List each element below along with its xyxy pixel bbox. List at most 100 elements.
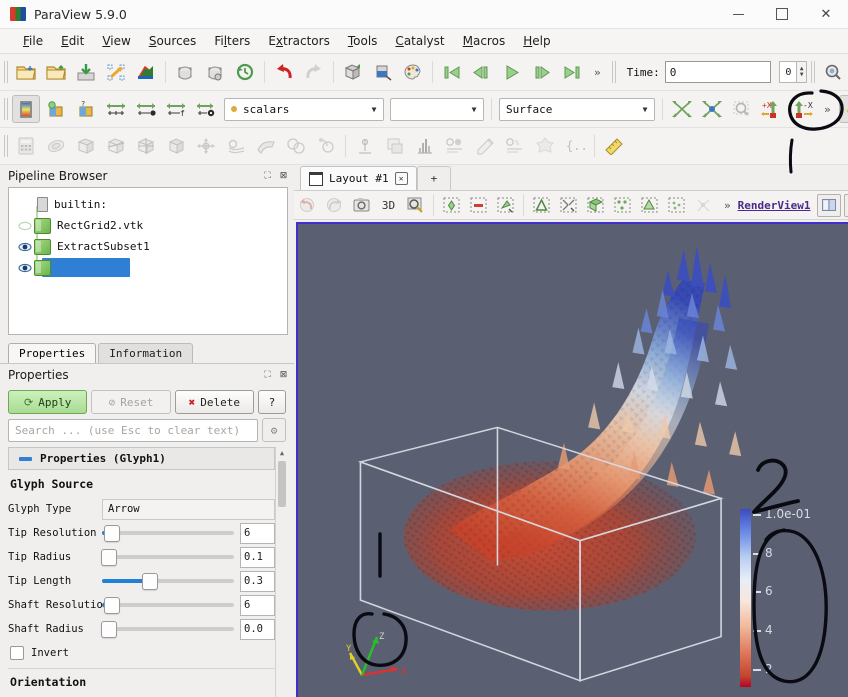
view-type-3d-label[interactable]: 3D	[376, 193, 401, 217]
menu-help[interactable]: Help	[514, 32, 559, 50]
delete-button[interactable]: ✖ Delete	[175, 390, 254, 414]
help-button[interactable]: ?	[258, 390, 286, 414]
last-frame-button[interactable]	[558, 58, 586, 86]
shaft-resolution-slider[interactable]	[102, 596, 234, 614]
show-center-button[interactable]	[668, 95, 696, 123]
pick-center-button[interactable]	[728, 95, 756, 123]
next-frame-button[interactable]	[528, 58, 556, 86]
zoom-to-box-button[interactable]	[403, 193, 428, 217]
toolbar-grip[interactable]	[4, 61, 8, 83]
tip-length-value[interactable]: 0.3	[240, 571, 275, 592]
undock-icon[interactable]: ⛶	[261, 170, 274, 183]
menu-catalyst[interactable]: Catalyst	[386, 32, 453, 50]
visibility-toggle[interactable]	[17, 197, 32, 212]
properties-search-input[interactable]: Search ... (use Esc to clear text)	[8, 419, 258, 442]
calculator-button[interactable]	[12, 132, 40, 160]
tip-length-slider[interactable]	[102, 572, 234, 590]
close-button[interactable]: ✕	[804, 0, 848, 28]
rescale-over-time-button[interactable]	[132, 95, 160, 123]
rescale-data-range-button[interactable]	[42, 95, 70, 123]
reset-closest-button[interactable]	[556, 193, 581, 217]
spread-button[interactable]: %	[501, 132, 529, 160]
split-vertical-button[interactable]	[844, 194, 848, 217]
shaft-radius-slider[interactable]	[102, 620, 234, 638]
plot-selection-button[interactable]	[381, 132, 409, 160]
menu-sources[interactable]: Sources	[140, 32, 205, 50]
frame-spinner[interactable]: ▲▼	[797, 61, 807, 83]
clip-button[interactable]	[72, 132, 100, 160]
select-blocks-button[interactable]	[691, 193, 716, 217]
color-array-selector[interactable]: scalars ▼	[224, 98, 384, 121]
render-view[interactable]: X Y Z	[296, 222, 848, 697]
shaft-radius-value[interactable]: 0.0	[240, 619, 275, 640]
scroll-up-icon[interactable]: ▲	[276, 447, 288, 459]
camera-redo-button[interactable]	[369, 58, 397, 86]
first-frame-button[interactable]	[438, 58, 466, 86]
rescale-visible-button[interactable]	[102, 95, 130, 123]
select-surface-points-button[interactable]	[610, 193, 635, 217]
minimize-button[interactable]	[716, 0, 760, 28]
property-row-invert[interactable]: Invert	[8, 641, 275, 664]
tip-radius-value[interactable]: 0.1	[240, 547, 275, 568]
view-toolbar-overflow-button[interactable]: »	[717, 199, 738, 212]
slice-button[interactable]	[102, 132, 130, 160]
select-frustum-points-button[interactable]	[664, 193, 689, 217]
time-input[interactable]: 0	[665, 61, 772, 83]
reset-camera-negx-button[interactable]: -X	[788, 95, 816, 123]
time-toolbar-grip[interactable]	[612, 61, 616, 83]
tip-resolution-slider[interactable]	[102, 524, 234, 542]
select-surface-cells-button[interactable]	[583, 193, 608, 217]
scrollbar-thumb[interactable]	[278, 461, 286, 507]
tab-information[interactable]: Information	[98, 343, 193, 363]
histogram-button[interactable]	[411, 132, 439, 160]
menu-macros[interactable]: Macros	[454, 32, 515, 50]
undo-camera-button[interactable]	[295, 193, 320, 217]
open-selection-button[interactable]	[171, 58, 199, 86]
pipeline-browser[interactable]: builtin: RectGrid2.vtk ExtractSubset1	[8, 187, 288, 335]
tip-radius-slider[interactable]	[102, 548, 234, 566]
camera-undo-button[interactable]	[339, 58, 367, 86]
menu-extractors[interactable]: Extractors	[259, 32, 339, 50]
open-file-button[interactable]	[12, 58, 40, 86]
properties-scrollbar[interactable]: ▲	[275, 447, 288, 697]
measurement-ruler-button[interactable]	[600, 132, 628, 160]
properties-section-header[interactable]: Properties (Glyph1)	[8, 447, 275, 470]
tab-properties[interactable]: Properties	[8, 343, 96, 363]
edit-color-map-button[interactable]	[399, 58, 427, 86]
menu-filters[interactable]: Filters	[205, 32, 259, 50]
redo-camera-button[interactable]	[322, 193, 347, 217]
close-icon[interactable]: ⊠	[277, 369, 290, 382]
reset-session-button[interactable]	[231, 58, 259, 86]
filters-toolbar-grip[interactable]	[4, 135, 8, 157]
gear-icon[interactable]: ⚙	[262, 418, 286, 442]
select-frustum-cells-button[interactable]	[637, 193, 662, 217]
reset-camera-button[interactable]	[529, 193, 554, 217]
visibility-toggle[interactable]	[17, 260, 32, 275]
component-selector[interactable]: ▼	[390, 98, 484, 121]
slider-knob[interactable]	[104, 525, 120, 542]
undock-icon[interactable]: ⛶	[261, 369, 274, 382]
visibility-toggle[interactable]	[17, 239, 32, 254]
slider-knob[interactable]	[101, 549, 117, 566]
hide-center-button[interactable]	[698, 95, 726, 123]
reset-camera-posx-button[interactable]: +X	[758, 95, 786, 123]
rep-toolbar-grip[interactable]	[4, 98, 8, 120]
add-layout-tab[interactable]: +	[417, 166, 452, 190]
slider-knob[interactable]	[142, 573, 158, 590]
rep-toolbar-overflow-button[interactable]: »	[817, 103, 838, 116]
color-legend[interactable]: 1.0e-01 8 6 4 2	[732, 497, 806, 697]
menu-edit[interactable]: Edit	[52, 32, 93, 50]
camera-orientation-button[interactable]	[839, 95, 848, 123]
pipeline-item-rectgrid2[interactable]: RectGrid2.vtk	[9, 215, 287, 236]
undo-button[interactable]	[270, 58, 298, 86]
glyph-button[interactable]	[192, 132, 220, 160]
recent-files-button[interactable]	[42, 58, 70, 86]
menu-view[interactable]: View	[93, 32, 139, 50]
python-button[interactable]	[531, 132, 559, 160]
slider-knob[interactable]	[101, 621, 117, 638]
rescale-range-button[interactable]	[819, 58, 847, 86]
pick-center-button[interactable]	[493, 193, 518, 217]
reset-button[interactable]: ⊘ Reset	[91, 390, 170, 414]
save-state-button[interactable]	[201, 58, 229, 86]
visibility-toggle[interactable]	[17, 218, 32, 233]
